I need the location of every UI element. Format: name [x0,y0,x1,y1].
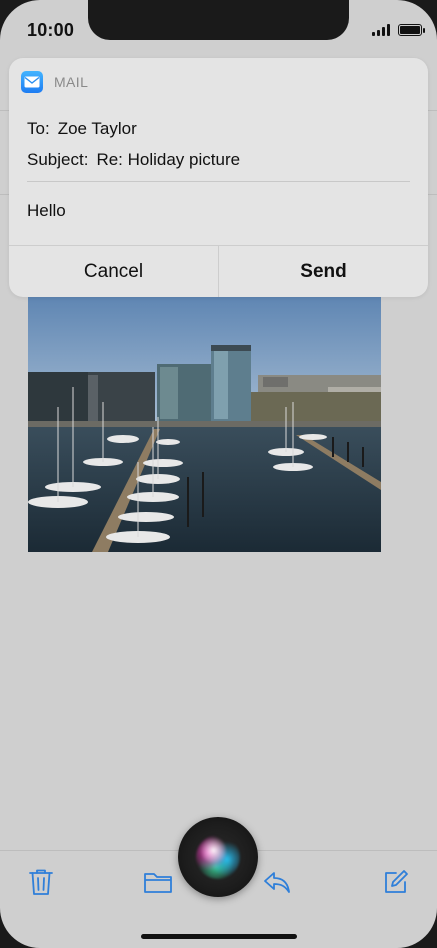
phone-screen: 10:00 MAIL To: Zoe Taylor Subject: Re: Hol… [0,0,437,948]
folder-icon[interactable] [142,866,174,898]
status-icons [372,24,425,36]
harbour-photo [28,297,381,552]
divider [27,181,410,182]
cancel-button[interactable]: Cancel [9,246,218,297]
card-actions: Cancel Send [9,245,428,297]
trash-icon[interactable] [25,866,57,898]
siri-mail-card: MAIL To: Zoe Taylor Subject: Re: Holiday p… [9,58,428,297]
to-label: To: [27,119,50,138]
subject-label: Subject: [27,150,89,169]
status-time: 10:00 [27,20,75,40]
subject-field[interactable]: Subject: Re: Holiday picture [27,150,240,170]
to-field[interactable]: To: Zoe Taylor [27,119,137,139]
siri-orb-icon[interactable] [178,817,258,897]
to-value: Zoe Taylor [57,119,137,138]
notch [88,0,349,40]
reply-icon[interactable] [261,866,293,898]
compose-icon[interactable] [380,866,412,898]
subject-value: Re: Holiday picture [96,150,241,169]
send-button[interactable]: Send [218,246,428,297]
message-body[interactable]: Hello [27,201,66,221]
home-indicator[interactable] [141,934,297,939]
battery-icon [398,24,425,36]
attachment-image[interactable] [28,297,381,552]
mail-app-icon [21,71,43,93]
cellular-signal-icon [372,24,390,36]
app-name: MAIL [54,74,89,90]
card-header: MAIL [21,71,88,93]
